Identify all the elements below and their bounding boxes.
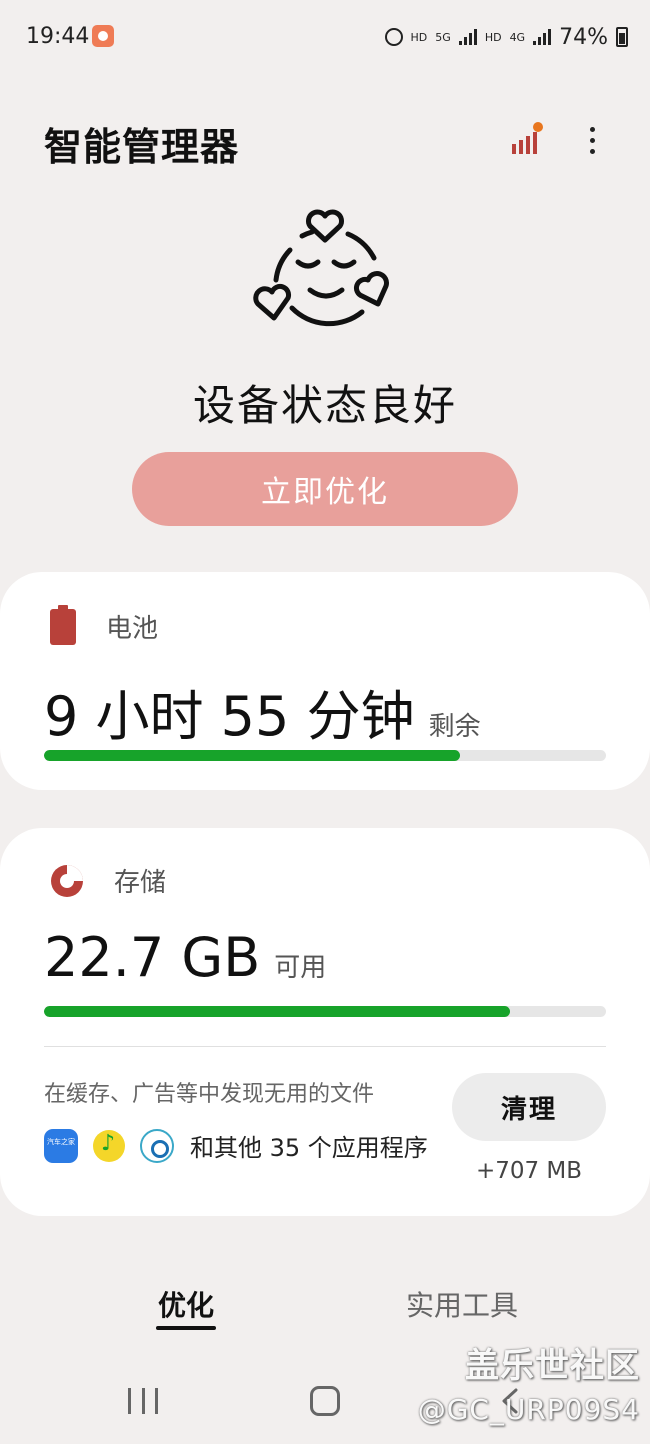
clean-size: +707 MB <box>475 1158 583 1184</box>
storage-available: 22.7 GB 可用 <box>44 926 326 989</box>
battery-progress-fill <box>44 750 460 761</box>
battery-suffix: 剩余 <box>428 712 481 742</box>
device-status-text: 设备状态良好 <box>192 381 457 430</box>
hd-label-2: HD <box>484 30 502 44</box>
page-title: 智能管理器 <box>44 125 240 169</box>
battery-icon <box>50 604 76 645</box>
battery-remaining: 9 小时 55 分钟 剩余 <box>44 672 481 751</box>
storage-value: 22.7 GB <box>44 926 261 989</box>
optimize-now-button[interactable]: 立即优化 <box>132 452 518 526</box>
signal-bars-icon-2 <box>533 29 552 45</box>
battery-header: 电池 <box>50 604 159 645</box>
watermark-user: @GC_URP09S4 <box>417 1393 640 1426</box>
storage-card[interactable]: 存储 22.7 GB 可用 在缓存、广告等中发现无用的文件 和其他 35 个应用… <box>0 828 650 1216</box>
tab-tools[interactable]: 实用工具 <box>406 1284 518 1324</box>
performance-icon[interactable] <box>508 120 548 160</box>
storage-header: 存储 <box>50 862 166 899</box>
junk-files-text: 在缓存、广告等中发现无用的文件 <box>44 1082 375 1107</box>
watermark: 盖乐世社区 @GC_URP09S4 <box>418 1338 640 1426</box>
tab-active-indicator <box>156 1326 217 1330</box>
clean-button[interactable]: 清理 <box>452 1073 606 1141</box>
status-icons: HD 5G HD 4G 74% <box>384 22 628 52</box>
happy-face-icon <box>250 200 400 340</box>
tab-optimize-label: 优化 <box>158 1289 215 1322</box>
storage-suffix: 可用 <box>274 953 327 983</box>
qq-music-app-icon <box>92 1128 126 1163</box>
battery-time-value: 9 小时 55 分钟 <box>44 685 415 748</box>
storage-label: 存储 <box>114 868 167 898</box>
pie-chart-icon <box>51 864 83 897</box>
battery-label: 电池 <box>106 614 159 644</box>
autohome-app-icon <box>44 1128 78 1163</box>
other-apps-text: 和其他 35 个应用程序 <box>190 1134 428 1162</box>
junk-apps-row: 和其他 35 个应用程序 <box>44 1128 428 1163</box>
divider <box>44 1046 606 1047</box>
hd-label: HD <box>410 30 428 44</box>
status-time: 19:44 <box>26 24 90 49</box>
home-icon[interactable] <box>310 1386 340 1416</box>
battery-card[interactable]: 电池 9 小时 55 分钟 剩余 <box>0 572 650 790</box>
storage-progress-fill <box>44 1006 511 1017</box>
status-bar: 19:44 HD 5G HD 4G 74% <box>0 0 650 76</box>
battery-progress-bar <box>44 750 606 761</box>
alarm-icon <box>384 28 403 46</box>
signal-bars-icon <box>458 29 477 45</box>
app-notification-icon <box>92 25 114 47</box>
network-4g-label: 4G <box>509 30 526 44</box>
recent-apps-icon[interactable] <box>128 1388 158 1414</box>
network-5g-label: 5G <box>435 30 451 44</box>
more-options-icon[interactable] <box>574 118 610 162</box>
tab-optimize[interactable]: 优化 <box>156 1284 217 1330</box>
network-app-icon <box>140 1128 174 1163</box>
battery-percent: 74% <box>559 24 608 50</box>
tab-tools-label: 实用工具 <box>406 1289 519 1322</box>
watermark-title: 盖乐世社区 <box>465 1346 640 1386</box>
storage-progress-bar <box>44 1006 606 1017</box>
battery-status-icon <box>616 27 628 47</box>
